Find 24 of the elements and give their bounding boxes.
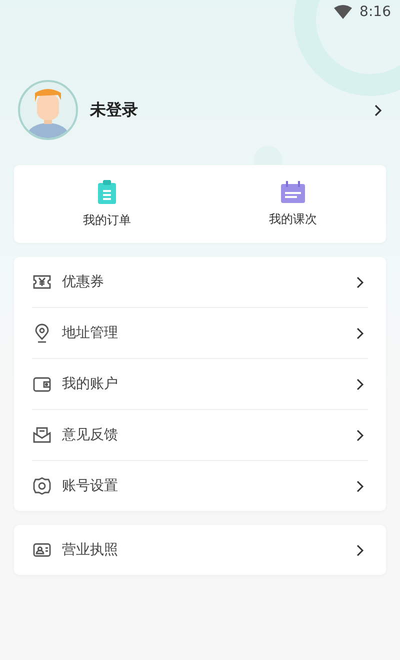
avatar-icon [18, 80, 78, 140]
chevron-right-icon [356, 544, 364, 556]
chevron-right-icon [356, 428, 364, 442]
envelope-icon [32, 425, 52, 445]
chevron-right-icon [356, 276, 364, 288]
menu-item[interactable]: 意见反馈 [32, 410, 368, 461]
settings-icon [32, 476, 52, 496]
chevron-right-icon [374, 104, 382, 116]
menu-item[interactable]: 我的账户 [32, 359, 368, 410]
menu-item[interactable]: 地址管理 [32, 308, 368, 359]
menu-item[interactable]: 营业执照 [32, 525, 368, 575]
wifi-icon [334, 5, 352, 19]
chevron-right-icon [356, 480, 364, 492]
profile-row[interactable]: 未登录 [18, 80, 386, 140]
shortcut-button[interactable]: 我的课次 [200, 165, 386, 243]
clipboard-icon [97, 180, 117, 204]
chevron-right-icon [356, 326, 364, 340]
status-time: 8:16 [360, 4, 391, 20]
calendar-icon [281, 180, 305, 202]
menu-item[interactable]: 优惠券 [32, 257, 368, 308]
shortcut-button[interactable]: 我的订单 [14, 165, 200, 243]
user-name: 未登录 [90, 100, 139, 120]
menu-item[interactable]: 账号设置 [32, 461, 368, 511]
chevron-right-icon [356, 378, 364, 390]
